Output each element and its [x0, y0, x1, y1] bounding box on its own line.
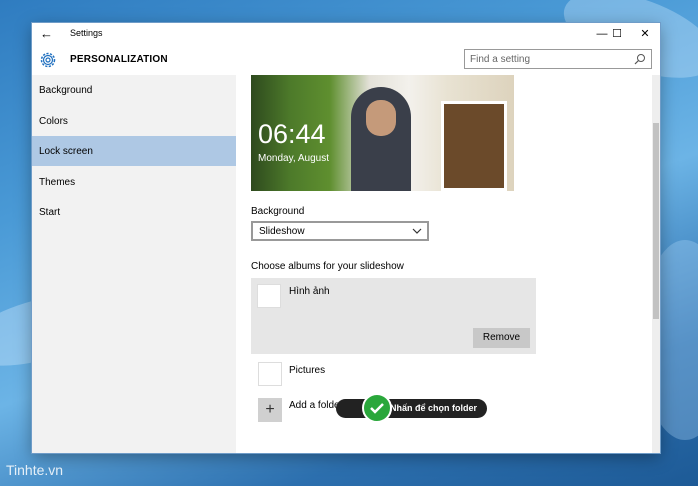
- album-name: Hình ảnh: [289, 286, 330, 297]
- sidebar-item-background[interactable]: Background: [32, 75, 236, 105]
- album-thumbnail: [258, 362, 282, 386]
- search-box[interactable]: [464, 49, 652, 69]
- sidebar-item-label: Lock screen: [39, 146, 93, 157]
- scrollbar[interactable]: [652, 75, 660, 453]
- callout-label-bg: Nhấn để chọn folder: [336, 399, 487, 418]
- window-title: Settings: [70, 28, 103, 38]
- callout-text: Nhấn để chọn folder: [390, 403, 478, 413]
- settings-window: ← Settings — ☐ ✕ PERSONALIZATION Backgro…: [32, 23, 660, 453]
- scrollbar-thumb[interactable]: [653, 123, 659, 319]
- background-label: Background: [251, 206, 305, 217]
- lock-screen-date: Monday, August: [258, 153, 329, 164]
- album-name: Pictures: [289, 365, 326, 376]
- lock-screen-preview: 06:44 Monday, August: [251, 75, 514, 191]
- plus-icon[interactable]: +: [258, 398, 282, 422]
- sidebar-item-start[interactable]: Start: [32, 197, 236, 227]
- albums-label: Choose albums for your slideshow: [251, 261, 404, 272]
- remove-button[interactable]: Remove: [473, 328, 530, 348]
- sidebar-item-colors[interactable]: Colors: [32, 106, 236, 136]
- sidebar-item-lock-screen[interactable]: Lock screen: [32, 136, 236, 166]
- watermark: Tinhte.vn: [6, 462, 64, 478]
- chevron-down-icon: [412, 228, 422, 234]
- sidebar-item-label: Colors: [39, 116, 68, 127]
- sidebar: Background Colors Lock screen Themes Sta…: [32, 75, 236, 453]
- background-dropdown[interactable]: Slideshow: [251, 221, 429, 241]
- face-shape: [366, 100, 396, 136]
- content-pane: 06:44 Monday, August Background Slidesho…: [236, 75, 660, 453]
- checkmark-icon: [362, 393, 392, 423]
- album-item[interactable]: Pictures: [251, 359, 536, 389]
- maximize-button[interactable]: ☐: [604, 24, 630, 44]
- title-bar: ← Settings — ☐ ✕: [32, 23, 660, 45]
- dropdown-value: Slideshow: [259, 226, 305, 237]
- back-arrow-icon[interactable]: ←: [40, 26, 53, 41]
- gear-icon: [40, 52, 56, 68]
- search-icon[interactable]: [634, 53, 646, 65]
- settings-header: PERSONALIZATION: [32, 45, 660, 75]
- sidebar-item-label: Start: [39, 207, 61, 218]
- window-frame: [441, 101, 507, 191]
- add-folder-button[interactable]: Add a folder: [289, 400, 343, 411]
- lock-screen-time: 06:44: [258, 119, 326, 149]
- sidebar-item-label: Background: [39, 85, 93, 96]
- album-thumbnail: [257, 284, 281, 308]
- sidebar-item-themes[interactable]: Themes: [32, 167, 236, 197]
- search-input[interactable]: [470, 52, 630, 66]
- sidebar-item-label: Themes: [39, 177, 76, 188]
- album-item-selected[interactable]: Hình ảnh Remove: [251, 278, 536, 354]
- page-title: PERSONALIZATION: [70, 54, 168, 65]
- close-button[interactable]: ✕: [631, 24, 659, 44]
